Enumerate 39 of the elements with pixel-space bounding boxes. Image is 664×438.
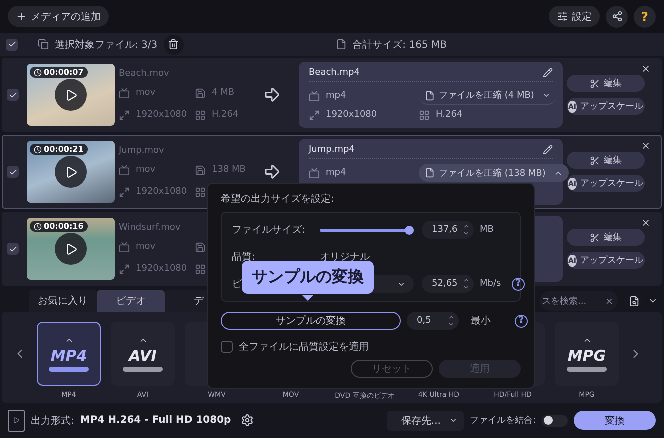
duration-badge: 00:00:07 <box>30 67 88 78</box>
merge-files-label: ファイルを結合: <box>470 414 536 427</box>
tooltip: サンプルの変換 <box>242 261 374 294</box>
total-size: 合計サイズ: 165 MB <box>352 38 447 52</box>
quality-label: 品質: <box>232 250 256 264</box>
source-file-name: Beach.mov <box>119 69 170 79</box>
output-format-label: 出力形式: <box>31 414 74 428</box>
selected-files-count: 選択対象ファイル: 3/3 <box>55 38 158 52</box>
source-resolution: 1920x1080 <box>136 187 188 197</box>
format-logo: MP4 <box>50 347 88 365</box>
output-format: mp4 <box>326 91 346 101</box>
quality-value: オリジナル <box>320 251 370 264</box>
source-file-name: Windsurf.mov <box>119 223 181 233</box>
duration-badge: 00:00:21 <box>30 144 88 155</box>
output-format: mp4 <box>326 168 346 178</box>
output-file-name: Beach.mp4 <box>309 68 360 78</box>
output-format-value: MP4 H.264 - Full HD 1080p <box>80 415 232 426</box>
source-size: 138 MB <box>212 165 246 175</box>
source-file-name: Jump.mov <box>119 146 164 156</box>
sample-length-unit: 最小 <box>471 314 492 328</box>
popup-title: 希望の出力サイズを設定: <box>221 192 336 206</box>
format-logo: MPG <box>568 347 606 365</box>
source-format: mov <box>136 165 156 175</box>
file-size-unit: MB <box>480 225 494 235</box>
source-codec: H.264 <box>212 110 239 120</box>
file-size-label: ファイルサイズ: <box>232 224 306 237</box>
apply-all-label: 全ファイルに品質設定を適用 <box>239 340 369 354</box>
duration-badge: 00:00:16 <box>30 221 88 232</box>
output-codec: H.264 <box>436 110 463 120</box>
source-resolution: 1920x1080 <box>136 264 188 274</box>
format-logo: AVI <box>129 347 157 365</box>
bitrate-unit: Mb/s <box>480 279 502 289</box>
bitrate-label: ビ <box>232 278 242 291</box>
source-resolution: 1920x1080 <box>136 110 188 120</box>
output-resolution: 1920x1080 <box>326 110 378 120</box>
source-format: mov <box>136 88 156 98</box>
output-file-name: Jump.mp4 <box>309 145 355 155</box>
source-size: 4 MB <box>212 88 235 98</box>
source-format: mov <box>136 242 156 252</box>
